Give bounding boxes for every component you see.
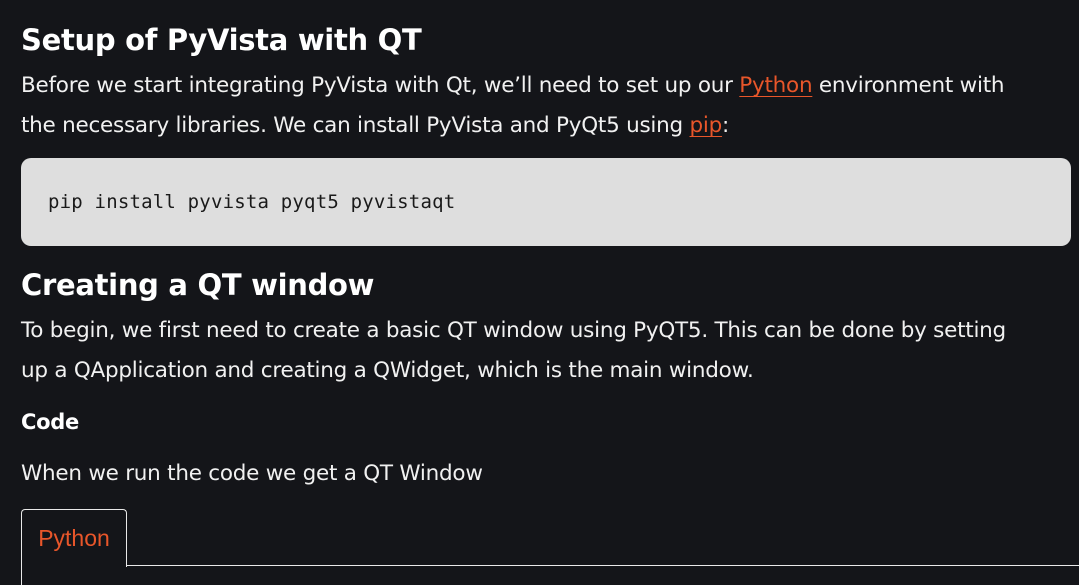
install-code-block[interactable]: pip install pyvista pyqt5 pyvistaqt xyxy=(21,158,1071,246)
setup-paragraph: Before we start integrating PyVista with… xyxy=(21,66,1005,146)
section-heading-create-window: Creating a QT window xyxy=(21,268,375,302)
setup-text-1: Before we start integrating PyVista with… xyxy=(21,73,740,98)
code-label: Code xyxy=(21,410,79,434)
section-heading-setup: Setup of PyVista with QT xyxy=(21,23,422,57)
article-page: Setup of PyVista with QT Before we start… xyxy=(0,0,1079,585)
setup-text-4: : xyxy=(722,113,730,138)
setup-text-3: the necessary libraries. We can install … xyxy=(21,113,690,138)
tab-python[interactable]: Python xyxy=(21,509,127,567)
python-link[interactable]: Python xyxy=(739,73,812,98)
install-command[interactable]: pip install pyvista pyqt5 pyvistaqt xyxy=(48,191,455,213)
create-text-2: up a QApplication and creating a QWidget… xyxy=(21,358,754,383)
setup-text-2: environment with xyxy=(812,73,1005,98)
pip-link[interactable]: pip xyxy=(690,113,723,138)
tab-python-label: Python xyxy=(38,525,110,551)
tab-panel xyxy=(21,565,1079,585)
create-text-1: To begin, we first need to create a basi… xyxy=(21,318,1006,343)
result-paragraph: When we run the code we get a QT Window xyxy=(21,461,483,486)
create-window-paragraph: To begin, we first need to create a basi… xyxy=(21,311,1006,391)
